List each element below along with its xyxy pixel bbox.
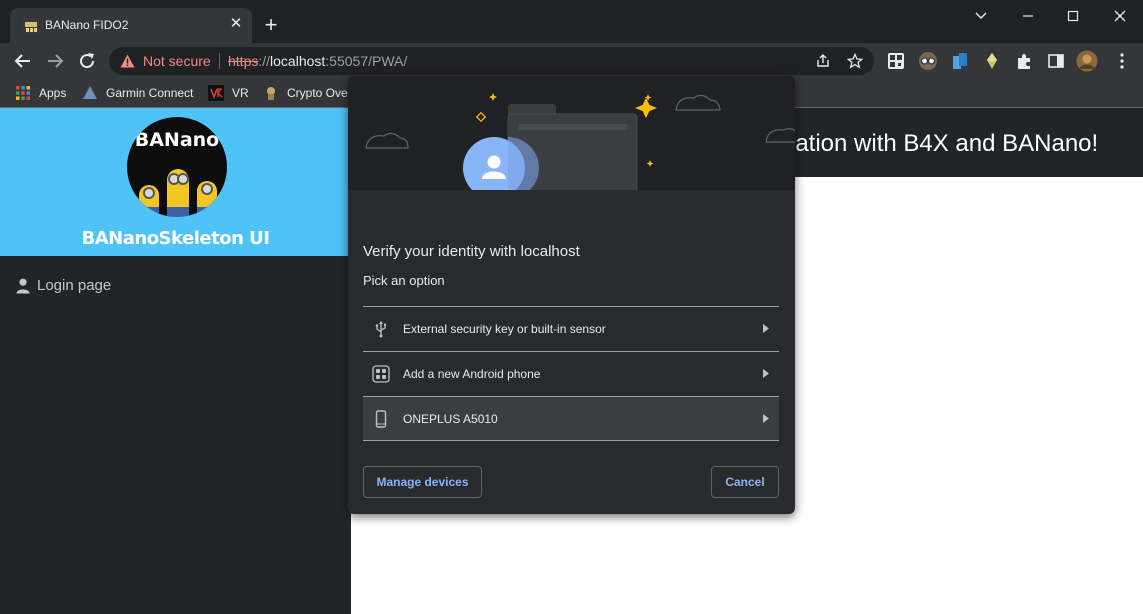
forward-arrow-icon[interactable]: [43, 49, 67, 73]
warning-icon[interactable]: [120, 54, 135, 68]
avatar: BANano: [127, 117, 227, 217]
sidebar-header: BANano BANanoSkeleton UI: [0, 108, 351, 256]
glasses-extension-icon[interactable]: [918, 51, 938, 71]
tab-title: BANano FIDO2: [45, 18, 129, 32]
option-label: ONEPLUS A5010: [403, 412, 498, 426]
bookmark-label: Garmin Connect: [106, 86, 194, 100]
chevron-right-icon: [763, 414, 769, 423]
avatar-text: BANano: [134, 129, 220, 151]
url-separator: ://: [258, 53, 271, 69]
browser-toolbar: Not secure https://localhost:55057/PWA/: [0, 43, 1143, 79]
qr-code-icon: [372, 365, 390, 383]
browser-tab[interactable]: BANano FIDO2 ✕: [10, 8, 252, 43]
option-oneplus-phone[interactable]: ONEPLUS A5010: [363, 396, 779, 441]
dialog-illustration: [348, 76, 795, 210]
browser-tab-strip: BANano FIDO2 ✕ +: [0, 0, 1143, 43]
page-title: rication with B4X and BANano!: [770, 130, 1099, 157]
option-external-security-key[interactable]: External security key or built-in sensor: [363, 306, 779, 351]
new-tab-button[interactable]: +: [260, 14, 282, 36]
user-icon: [16, 278, 30, 293]
url-host: localhost: [270, 53, 326, 69]
chevron-right-icon: [763, 369, 769, 378]
sidebar: BANano BANanoSkeleton UI Login page: [0, 108, 351, 614]
minions-image: [139, 169, 217, 217]
webauthn-dialog: Verify your identity with localhost Pick…: [348, 76, 795, 514]
bookmark-label: Apps: [39, 86, 67, 100]
option-label: Add a new Android phone: [403, 367, 541, 381]
bookmark-label: Crypto Ove: [287, 86, 348, 100]
crypto-icon: [267, 87, 275, 100]
browser-menu-icon[interactable]: [1112, 51, 1132, 71]
gem-extension-icon[interactable]: [982, 51, 1002, 71]
reload-icon[interactable]: [75, 49, 99, 73]
profile-avatar-icon[interactable]: [1076, 50, 1098, 72]
security-key-illustration: [365, 93, 795, 210]
address-bar[interactable]: Not secure https://localhost:55057/PWA/: [109, 47, 874, 75]
back-arrow-icon[interactable]: [11, 49, 35, 73]
sidebar-item-label: Login page: [37, 277, 112, 294]
maximize-icon[interactable]: [1062, 6, 1084, 26]
close-window-icon[interactable]: [1109, 6, 1131, 26]
manage-devices-button[interactable]: Manage devices: [363, 466, 482, 498]
tab-close-icon[interactable]: ✕: [226, 14, 246, 34]
banano-favicon-icon: [23, 18, 39, 34]
bookmark-manager-extension-icon[interactable]: [950, 51, 970, 71]
option-label: External security key or built-in sensor: [403, 322, 606, 336]
bookmark-apps[interactable]: Apps: [15, 84, 66, 102]
side-panel-icon[interactable]: [1046, 51, 1066, 71]
bookmark-garmin-connect[interactable]: Garmin Connect: [82, 84, 193, 102]
omnibox-separator: [219, 53, 220, 69]
bookmark-vr[interactable]: VR: [208, 84, 249, 102]
sidebar-item-login-page[interactable]: Login page: [16, 277, 111, 294]
qr-extension-icon[interactable]: [886, 51, 906, 71]
phone-icon: [375, 410, 387, 428]
tab-search-chevron-icon[interactable]: [970, 6, 992, 26]
url-path: :55057/PWA/: [325, 53, 408, 69]
apps-grid-icon: [16, 86, 30, 100]
minimize-icon[interactable]: [1017, 6, 1039, 26]
garmin-icon: [83, 86, 97, 99]
url-text[interactable]: https://localhost:55057/PWA/: [228, 53, 407, 69]
extensions-puzzle-icon[interactable]: [1014, 51, 1034, 71]
dialog-subtitle: Pick an option: [363, 273, 445, 288]
usb-icon: [375, 321, 386, 338]
url-scheme: https: [228, 53, 259, 69]
cancel-button[interactable]: Cancel: [711, 466, 779, 498]
dialog-title: Verify your identity with localhost: [363, 243, 580, 260]
bookmark-crypto[interactable]: Crypto Ove: [263, 84, 348, 102]
option-add-android-phone[interactable]: Add a new Android phone: [363, 351, 779, 396]
vr-icon: [208, 85, 224, 101]
brand-name: BANanoSkeleton UI: [81, 228, 270, 249]
not-secure-label[interactable]: Not secure: [143, 53, 211, 69]
share-icon[interactable]: [815, 53, 831, 69]
bookmark-label: VR: [232, 86, 249, 100]
bookmark-star-icon[interactable]: [847, 53, 863, 69]
chevron-right-icon: [763, 324, 769, 333]
